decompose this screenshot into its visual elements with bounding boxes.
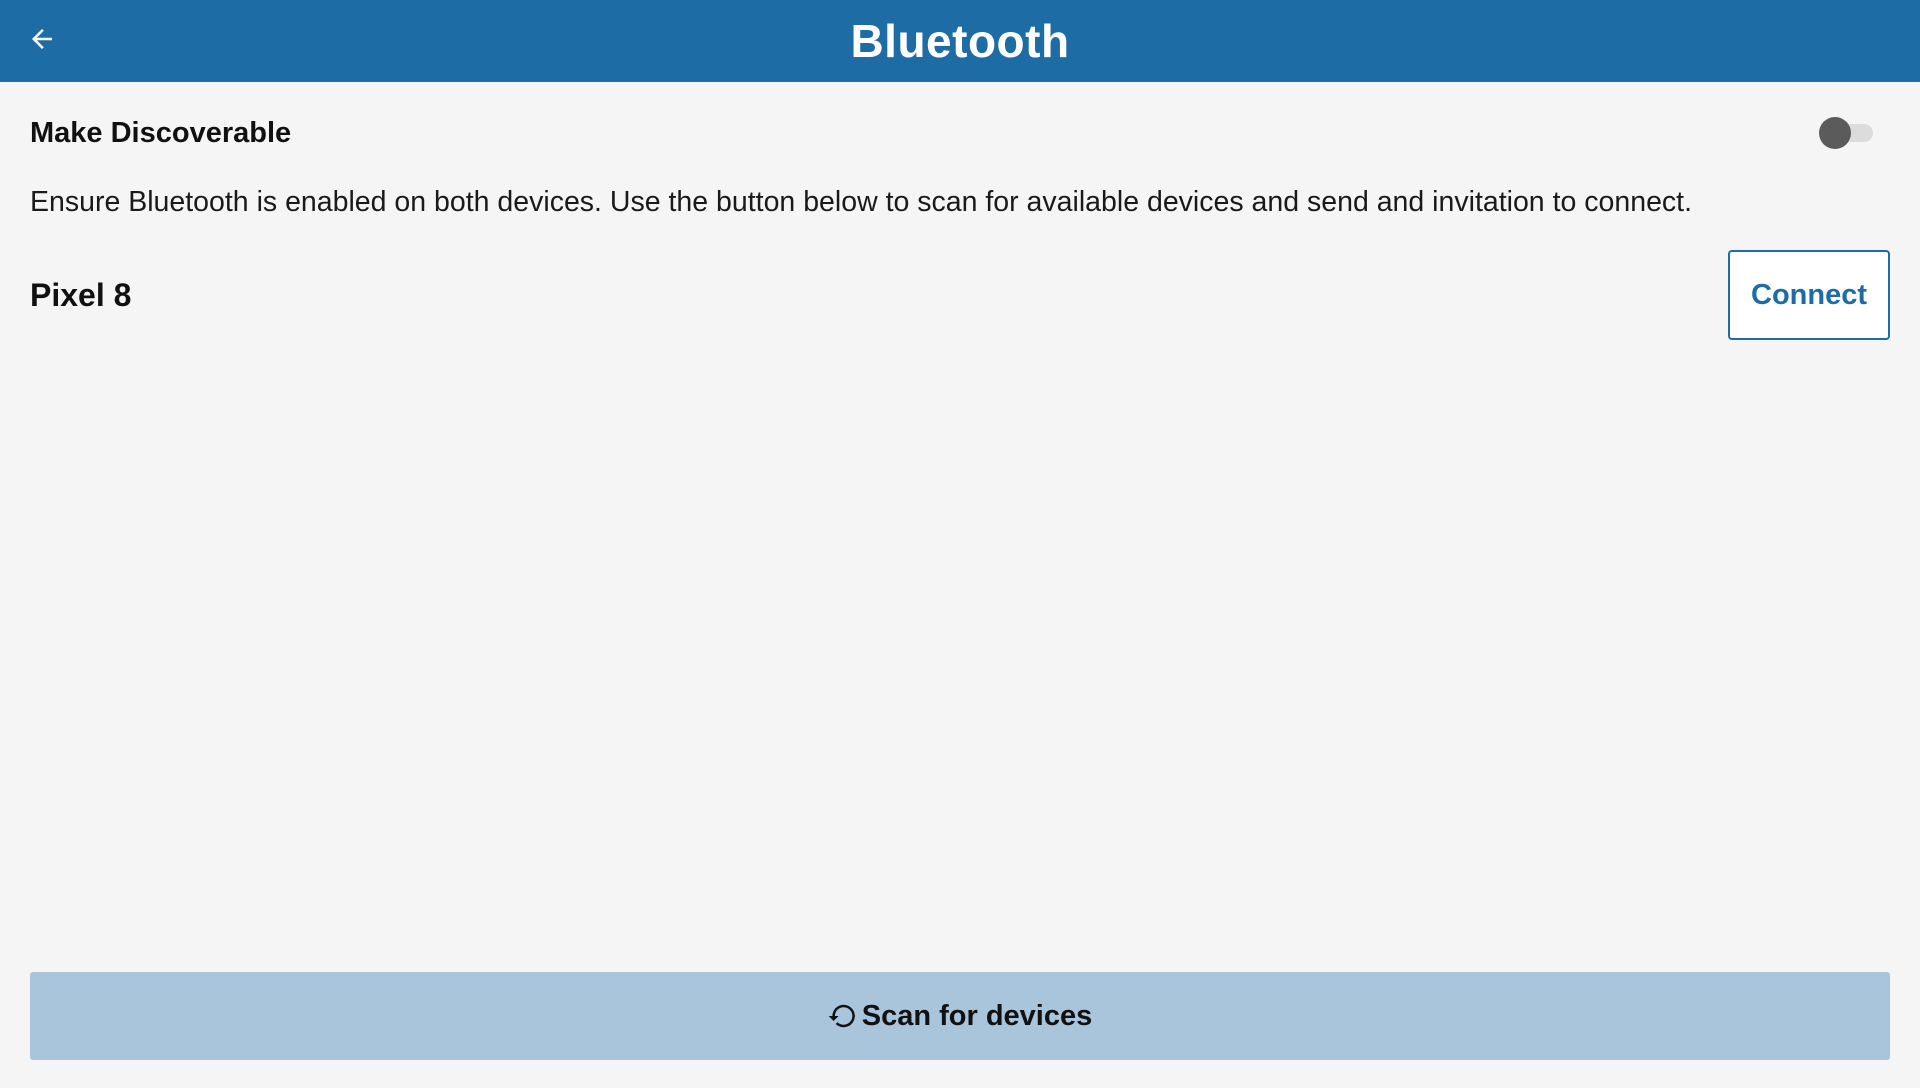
back-button[interactable] [22,21,62,61]
device-name: Pixel 8 [30,276,132,313]
connect-button[interactable]: Connect [1728,250,1890,340]
discoverable-row: Make Discoverable [30,110,1890,156]
arrow-left-icon [27,24,57,59]
scan-for-devices-button[interactable]: Scan for devices [30,972,1890,1060]
toggle-thumb [1819,117,1851,149]
page-title: Bluetooth [850,15,1070,67]
app-bar: Bluetooth [0,0,1920,82]
discoverable-toggle[interactable] [1819,115,1875,151]
scan-button-label: Scan for devices [861,999,1093,1032]
discoverable-label: Make Discoverable [30,116,292,149]
instructions-text: Ensure Bluetooth is enabled on both devi… [30,186,1693,218]
refresh-icon [828,1001,858,1031]
bluetooth-screen: Bluetooth Make Discoverable Ensure Bluet… [0,0,1920,1088]
device-list-item: Pixel 8 Connect [30,248,1890,342]
